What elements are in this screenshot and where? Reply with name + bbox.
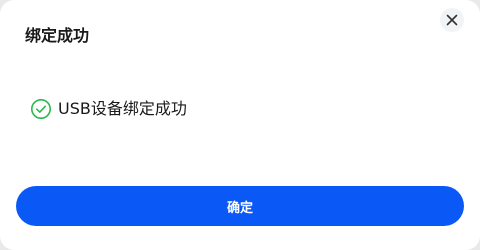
close-icon (446, 14, 458, 26)
check-circle-icon (31, 99, 51, 119)
confirm-button[interactable]: 确定 (16, 186, 464, 226)
status-message-text: USB设备绑定成功 (58, 99, 187, 118)
status-message: USB设备绑定成功 (30, 98, 187, 120)
close-button[interactable] (440, 8, 464, 32)
bind-success-dialog: 绑定成功 USB设备绑定成功 确定 (0, 0, 480, 250)
dialog-title: 绑定成功 (25, 26, 90, 45)
